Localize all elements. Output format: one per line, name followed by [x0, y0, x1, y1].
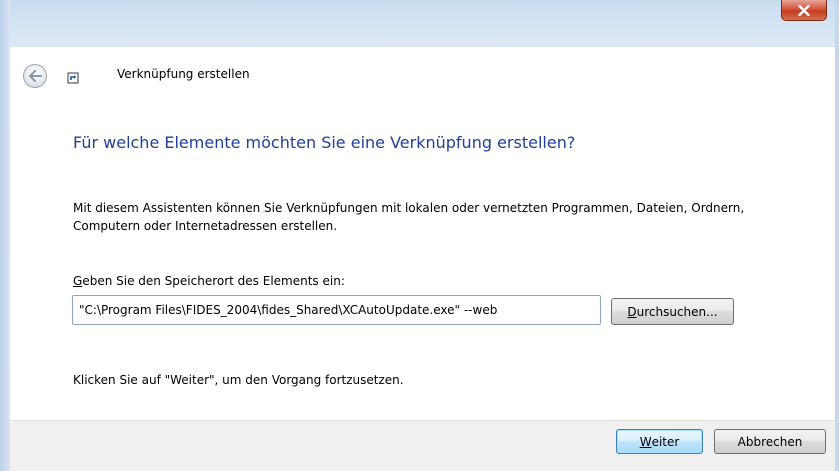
- content-area: [10, 47, 835, 471]
- hint-text: Klicken Sie auf "Weiter", um den Vorgang…: [73, 373, 404, 387]
- location-input[interactable]: [72, 295, 601, 325]
- close-icon: [798, 4, 810, 16]
- window-frame-right: [835, 0, 839, 471]
- back-button[interactable]: [23, 64, 47, 88]
- window-frame-left: [0, 0, 10, 471]
- description-text: Mit diesem Assistenten können Sie Verknü…: [73, 201, 745, 233]
- wizard-title: Verknüpfung erstellen: [117, 67, 250, 81]
- next-label: eiter: [651, 434, 680, 449]
- next-button[interactable]: Weiter: [616, 429, 703, 454]
- button-bar: [10, 420, 835, 471]
- location-label: Geben Sie den Speicherort des Elements e…: [73, 274, 345, 288]
- browse-label: urchsuchen...: [636, 304, 718, 319]
- page-heading: Für welche Elemente möchten Sie eine Ver…: [73, 133, 576, 152]
- location-label-text: eben Sie den Speicherort des Elements ei…: [82, 274, 345, 288]
- close-button[interactable]: [781, 0, 827, 21]
- browse-button[interactable]: Durchsuchen...: [611, 298, 734, 325]
- next-mnemonic: W: [639, 434, 652, 449]
- location-label-mnemonic: G: [73, 274, 83, 288]
- shortcut-wizard-icon: [67, 72, 79, 84]
- back-arrow-icon: [29, 70, 42, 82]
- browse-mnemonic: D: [627, 304, 637, 319]
- dialog-window: Verknüpfung erstellen Für welche Element…: [0, 0, 839, 471]
- cancel-button[interactable]: Abbrechen: [714, 429, 826, 454]
